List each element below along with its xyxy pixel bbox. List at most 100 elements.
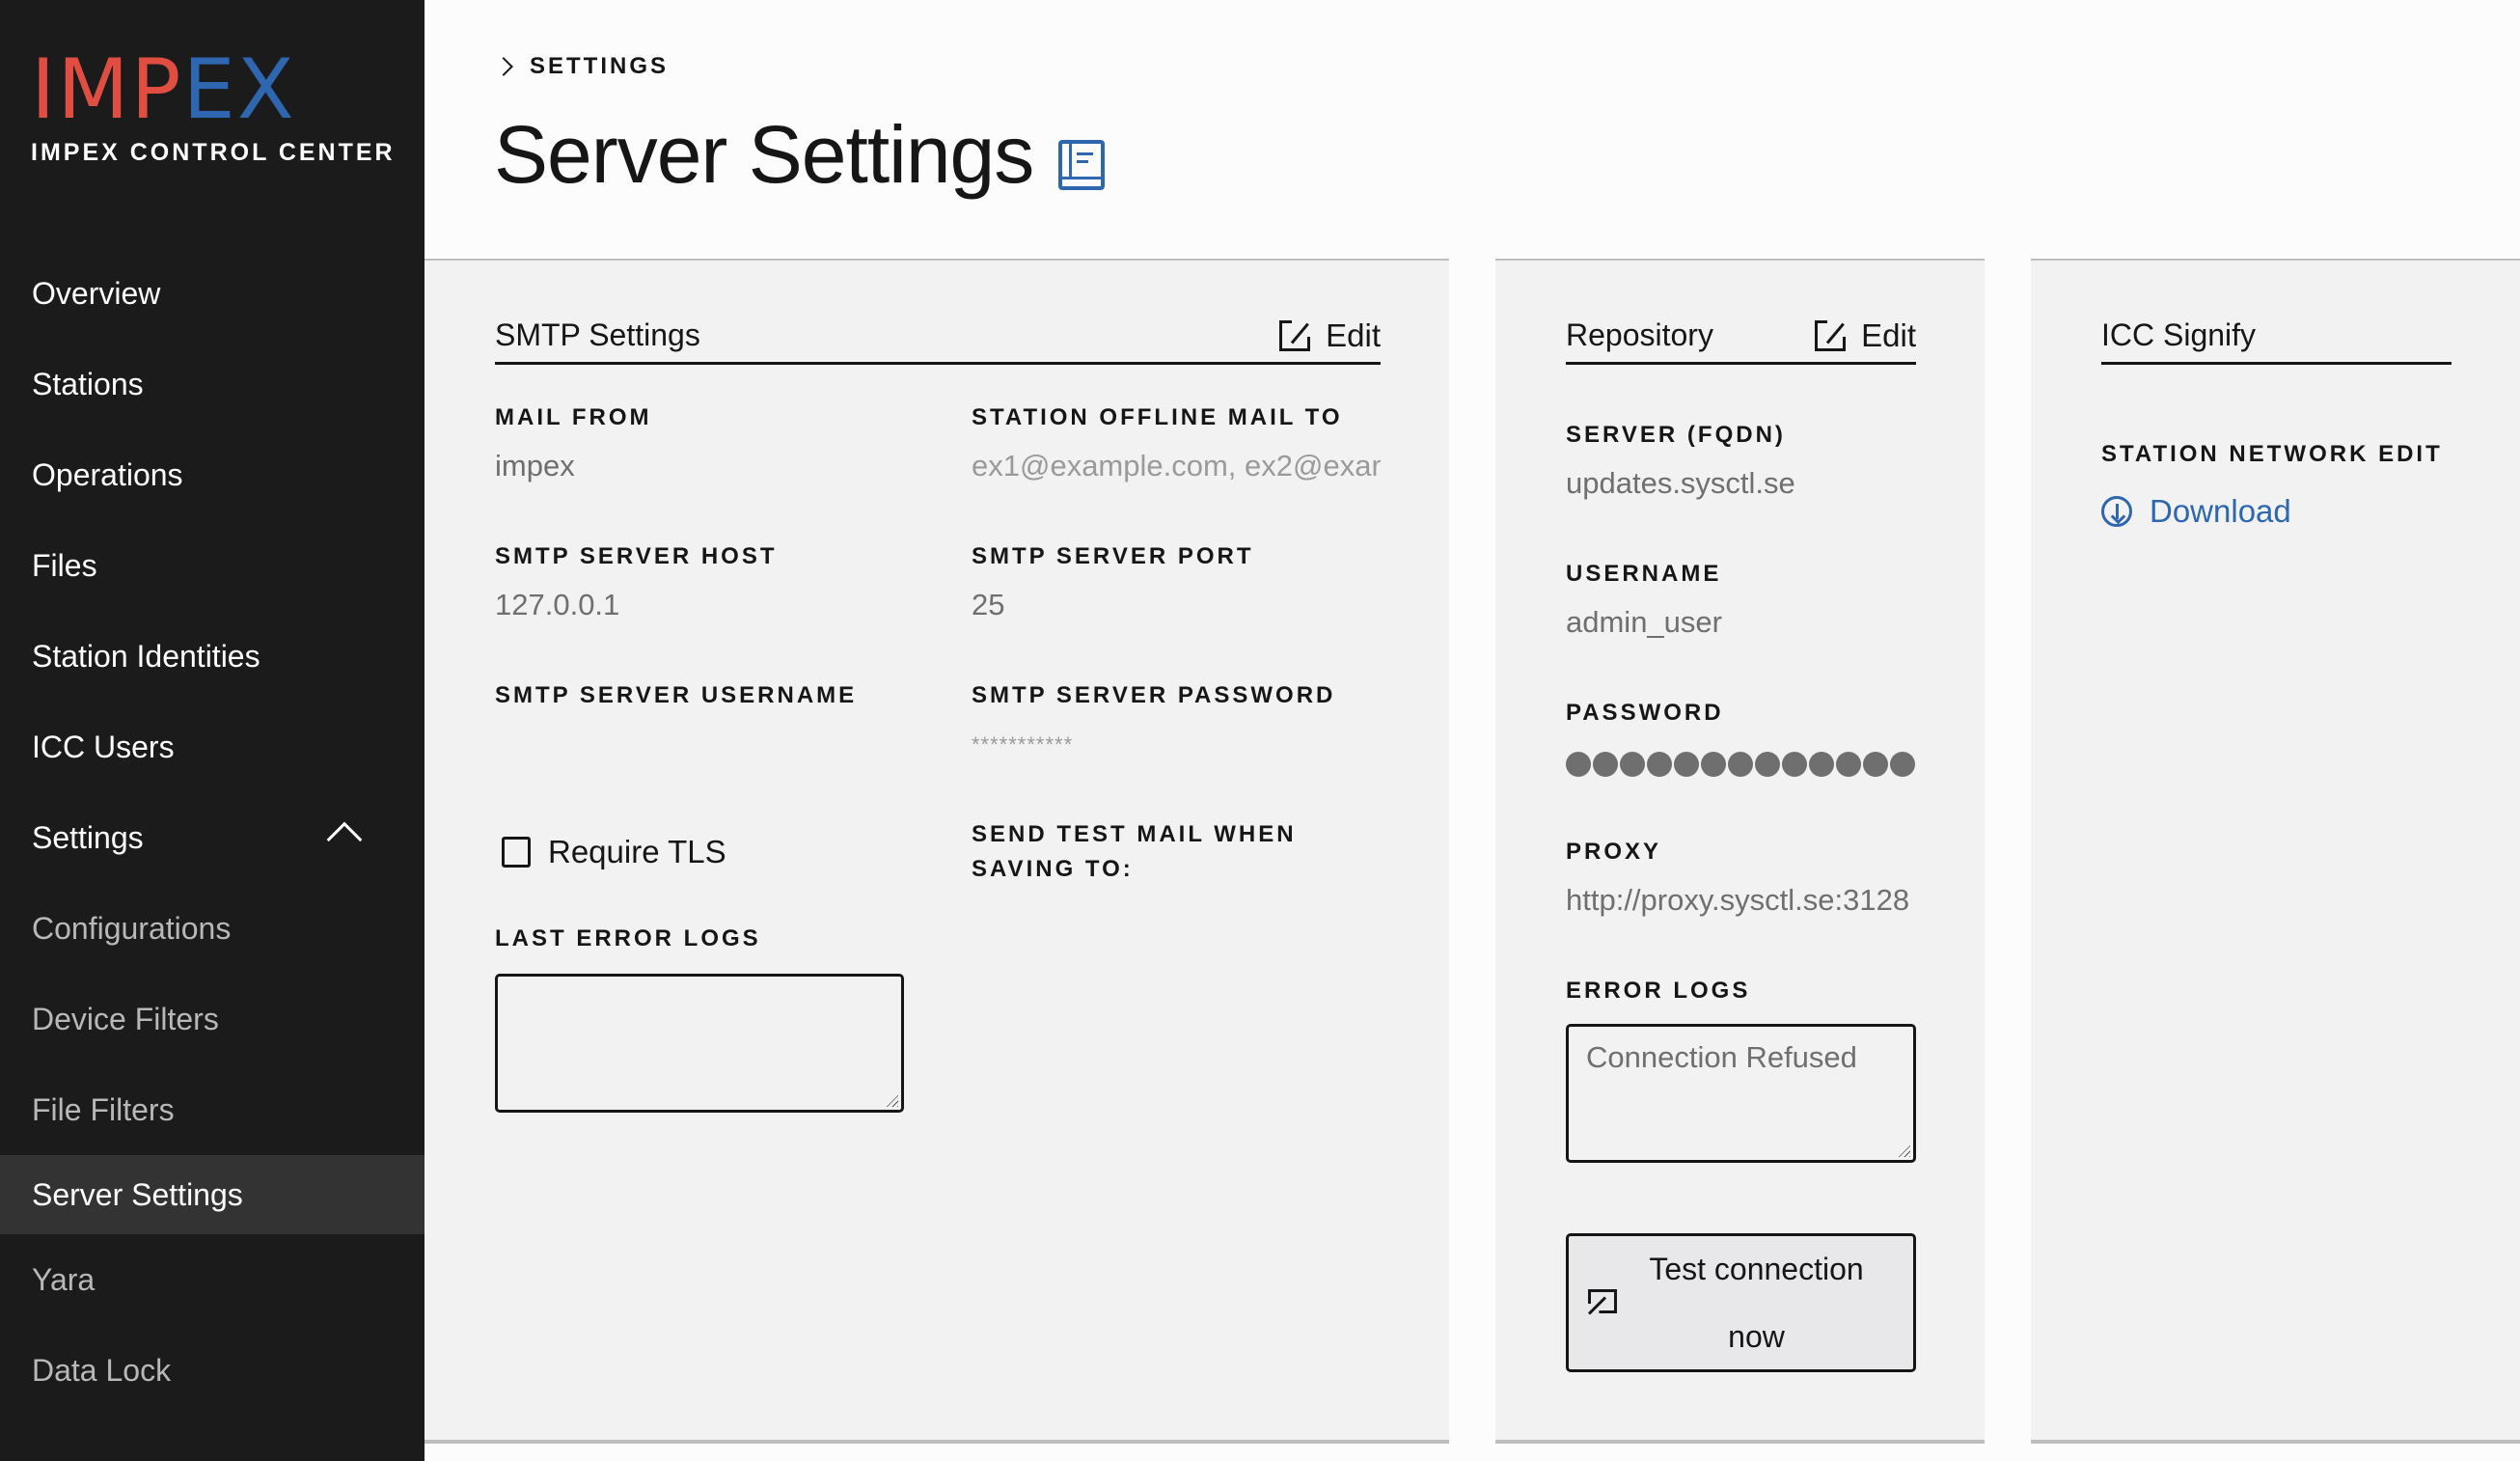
resize-grip-icon[interactable] [1897, 1144, 1910, 1157]
require-tls-label: Require TLS [548, 834, 726, 869]
sidebar-item-yara[interactable]: Yara [0, 1234, 425, 1325]
chevron-up-icon [326, 821, 363, 858]
sidebar-item-server-settings[interactable]: Server Settings [0, 1155, 425, 1234]
repo-error-logs-textarea[interactable]: Connection Refused [1566, 1024, 1916, 1163]
page-title-row: Server Settings [494, 108, 1106, 202]
page-title: Server Settings [494, 109, 1034, 200]
smtp-edit-button[interactable]: Edit [1279, 317, 1381, 354]
repo-username-label: USERNAME [1566, 561, 1722, 587]
repo-password-label: PASSWORD [1566, 700, 1724, 726]
icc-signify-panel: ICC Signify STATION NETWORK EDIT Downloa… [2031, 259, 2520, 1444]
smtp-panel-header: SMTP Settings Edit [495, 309, 1381, 365]
smtp-host-label: SMTP SERVER HOST [495, 543, 778, 569]
logo-subtitle: IMPEX CONTROL CENTER [31, 139, 396, 166]
sidebar-item-device-filters[interactable]: Device Filters [0, 974, 425, 1064]
password-dot [1566, 752, 1591, 777]
mail-from-label: MAIL FROM [495, 404, 652, 430]
sidebar-item-files[interactable]: Files [0, 520, 425, 611]
sidebar-item-icc-users[interactable]: ICC Users [0, 702, 425, 792]
password-dot [1593, 752, 1618, 777]
sidebar-item-data-lock[interactable]: Data Lock [0, 1325, 425, 1416]
sidebar-nav: Overview Stations Operations Files Stati… [0, 248, 425, 1416]
edit-icon [1815, 319, 1847, 351]
password-dot [1701, 752, 1726, 777]
password-dot [1782, 752, 1807, 777]
breadcrumb: SETTINGS [494, 53, 669, 80]
repo-password-field: PASSWORD [1566, 696, 1916, 777]
icc-signify-panel-title: ICC Signify [2101, 317, 2257, 352]
last-error-logs-textarea[interactable] [495, 974, 904, 1113]
last-error-logs-label: LAST ERROR LOGS [495, 925, 761, 951]
repo-password-masked [1566, 752, 1916, 777]
repo-proxy-value: http://proxy.sysctl.se:3128 [1566, 883, 1910, 917]
smtp-password-value: *********** [972, 732, 1074, 757]
smtp-port-label: SMTP SERVER PORT [972, 543, 1254, 569]
mail-from-field: MAIL FROM impex [495, 400, 919, 483]
station-offline-mail-value: ex1@example.com, ex2@exam [972, 449, 1381, 482]
smtp-username-field: SMTP SERVER USERNAME [495, 678, 919, 727]
app-root: IMPEX IMPEX CONTROL CENTER Overview Stat… [0, 0, 2520, 1461]
repo-server-value: updates.sysctl.se [1566, 466, 1795, 500]
smtp-settings-panel: SMTP Settings Edit MAIL FROM impex STATI… [425, 259, 1449, 1444]
sidebar-item-stations[interactable]: Stations [0, 339, 425, 429]
password-dot [1620, 752, 1645, 777]
sidebar-item-configurations[interactable]: Configurations [0, 883, 425, 974]
mail-from-value: impex [495, 449, 575, 482]
breadcrumb-settings[interactable]: SETTINGS [530, 53, 669, 80]
password-dot [1674, 752, 1699, 777]
password-dot [1836, 752, 1861, 777]
repository-panel: Repository Edit SERVER (FQDN) updates.sy… [1495, 259, 1985, 1444]
smtp-port-value: 25 [972, 588, 1005, 621]
smtp-host-value: 127.0.0.1 [495, 588, 620, 621]
station-network-edit-label: STATION NETWORK EDIT [2101, 441, 2443, 467]
test-connection-button[interactable]: Test connection now [1566, 1233, 1916, 1372]
test-connection-label: Test connection now [1649, 1252, 1864, 1354]
sidebar-item-file-filters[interactable]: File Filters [0, 1064, 425, 1155]
launch-icon [1587, 1289, 1619, 1316]
sidebar: IMPEX IMPEX CONTROL CENTER Overview Stat… [0, 0, 425, 1461]
repo-server-label: SERVER (FQDN) [1566, 422, 1786, 448]
password-dot [1647, 752, 1672, 777]
require-tls-field: Require TLS [502, 834, 726, 870]
password-dot [1728, 752, 1753, 777]
download-link[interactable]: Download [2101, 493, 2487, 530]
repository-edit-button[interactable]: Edit [1815, 317, 1916, 354]
edit-icon [1279, 319, 1311, 351]
station-offline-mail-label: STATION OFFLINE MAIL TO [972, 404, 1343, 430]
smtp-panel-title: SMTP Settings [495, 317, 700, 352]
require-tls-checkbox-row[interactable]: Require TLS [502, 834, 726, 870]
resize-grip-icon[interactable] [885, 1093, 898, 1107]
smtp-password-label: SMTP SERVER PASSWORD [972, 682, 1336, 708]
chevron-right-icon [494, 57, 513, 76]
repo-server-field: SERVER (FQDN) updates.sysctl.se [1566, 418, 1916, 501]
impex-logo[interactable]: IMPEX IMPEX CONTROL CENTER [31, 48, 396, 167]
require-tls-checkbox[interactable] [502, 837, 531, 868]
sidebar-item-operations[interactable]: Operations [0, 429, 425, 520]
icc-signify-panel-header: ICC Signify [2101, 309, 2452, 365]
sidebar-item-overview[interactable]: Overview [0, 248, 425, 339]
sidebar-item-settings[interactable]: Settings [0, 792, 425, 883]
smtp-host-field: SMTP SERVER HOST 127.0.0.1 [495, 539, 919, 622]
password-dot [1863, 752, 1888, 777]
send-test-mail-field: SEND TEST MAIL WHEN SAVING TO: [972, 817, 1338, 887]
smtp-username-label: SMTP SERVER USERNAME [495, 682, 858, 708]
smtp-password-field: SMTP SERVER PASSWORD *********** [972, 678, 1381, 758]
repo-proxy-field: PROXY http://proxy.sysctl.se:3128 [1566, 835, 1916, 918]
repository-panel-title: Repository [1566, 317, 1713, 352]
repo-proxy-label: PROXY [1566, 839, 1662, 865]
logo-mark: IMPEX [31, 41, 296, 138]
send-test-mail-label: SEND TEST MAIL WHEN SAVING TO: [972, 821, 1297, 882]
sidebar-item-station-identities[interactable]: Station Identities [0, 611, 425, 702]
repo-username-value: admin_user [1566, 605, 1722, 639]
download-icon [2101, 496, 2132, 527]
station-offline-mail-field: STATION OFFLINE MAIL TO ex1@example.com,… [972, 400, 1381, 483]
last-error-logs-field: LAST ERROR LOGS [495, 922, 904, 1113]
password-dot [1809, 752, 1834, 777]
repo-username-field: USERNAME admin_user [1566, 557, 1916, 640]
documentation-book-icon[interactable] [1058, 139, 1106, 190]
password-dot [1755, 752, 1780, 777]
repo-error-logs-field: ERROR LOGS Connection Refused [1566, 974, 1916, 1163]
smtp-port-field: SMTP SERVER PORT 25 [972, 539, 1381, 622]
password-dot [1890, 752, 1915, 777]
repository-panel-header: Repository Edit [1566, 309, 1916, 365]
